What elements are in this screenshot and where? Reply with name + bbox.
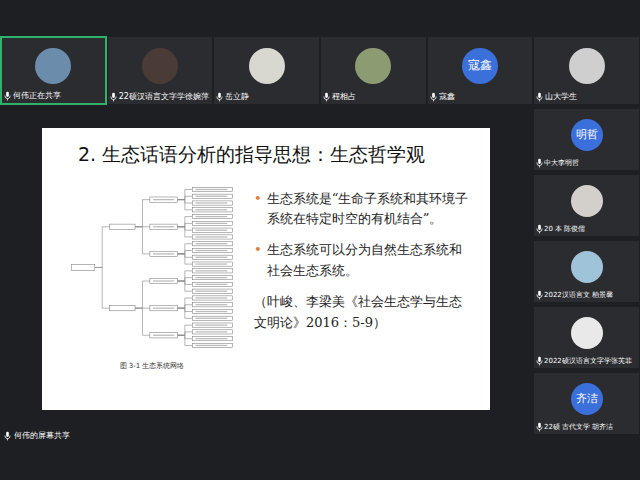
participant-tile[interactable]: 2022硕汉语言文字学张芙菲 (533, 306, 640, 369)
shared-screen-area: 2. 生态话语分析的指导思想：生态哲学观图 3-1 生态系统网络 •生态系统是“生… (0, 105, 533, 480)
participant-tile[interactable]: 明哲中大李明哲 (533, 108, 640, 171)
ecosystem-network-figure: 图 3-1 生态系统网络 (62, 181, 242, 371)
participant-name: 2022汉语言文 柏景馨 (536, 290, 637, 300)
participant-name: 何伟正在共享 (4, 90, 103, 101)
microphone-icon (4, 91, 11, 101)
microphone-icon (536, 290, 543, 300)
bullet-mark: • (254, 240, 262, 282)
avatar-photo (355, 48, 391, 84)
participant-name: 岳立静 (216, 91, 317, 102)
avatar-photo (35, 48, 71, 84)
figure-caption: 图 3-1 生态系统网络 (120, 361, 185, 371)
participant-strip: 何伟正在共享22硕汉语言文字学徐婉萍岳立静程相占寇鑫寇鑫山大学生 (0, 36, 640, 105)
avatar-photo (571, 317, 603, 349)
slide: 2. 生态话语分析的指导思想：生态哲学观图 3-1 生态系统网络 •生态系统是“生… (42, 128, 490, 410)
microphone-icon (430, 92, 437, 102)
slide-title: 2. 生态话语分析的指导思想：生态哲学观 (62, 142, 474, 167)
slide-citation: （叶峻、李梁美《社会生态学与生态文明论》2016：5-9） (254, 292, 474, 334)
avatar-photo (249, 48, 285, 84)
microphone-icon (536, 158, 543, 168)
participant-name: 22硕 古代文学 胡齐洁 (536, 422, 637, 432)
microphone-icon (536, 422, 543, 432)
avatar-photo (571, 185, 603, 217)
participant-tile[interactable]: 寇鑫寇鑫 (427, 36, 534, 105)
screen-share-label: 何伟的屏幕共享 (4, 430, 533, 441)
participant-tile[interactable]: 何伟正在共享 (0, 36, 107, 105)
participant-tile[interactable]: 齐洁 22硕 古代文学 胡齐洁 (533, 372, 640, 435)
avatar-photo (571, 251, 603, 283)
participant-name: 2022硕汉语言文字学张芙菲 (536, 356, 637, 366)
microphone-icon (536, 92, 543, 102)
participant-name: 22硕汉语言文字学徐婉萍 (110, 91, 211, 102)
microphone-icon (110, 92, 117, 102)
avatar-photo (569, 48, 605, 84)
participant-tile[interactable]: 山大学生 (533, 36, 640, 105)
participant-tile[interactable]: 岳立静 (213, 36, 320, 105)
participant-name: 程相占 (323, 91, 424, 102)
microphone-icon (536, 224, 543, 234)
microphone-icon (536, 356, 543, 366)
slide-bullet: •生态系统是“生命子系统和其环境子系统在特定时空的有机结合”。 (254, 189, 474, 231)
participant-name: 山大学生 (536, 91, 637, 102)
participant-tile[interactable]: 20 本 陈俊儒 (533, 174, 640, 237)
participant-tile[interactable]: 2022汉语言文 柏景馨 (533, 240, 640, 303)
participant-name: 寇鑫 (430, 91, 531, 102)
initials-avatar: 明哲 (571, 119, 603, 151)
participant-tile[interactable]: 22硕汉语言文字学徐婉萍 (107, 36, 214, 105)
slide-bullet: •生态系统可以分为自然生态系统和社会生态系统。 (254, 240, 474, 282)
microphone-icon (323, 92, 330, 102)
participant-column: 明哲中大李明哲 20 本 陈俊儒 2022汉语言文 柏景馨 2022硕汉语言文字学张芙… (533, 105, 640, 480)
initials-avatar: 齐洁 (571, 383, 603, 415)
avatar-photo (142, 48, 178, 84)
microphone-icon (4, 431, 11, 441)
participant-tile[interactable]: 程相占 (320, 36, 427, 105)
mind-map-diagram (67, 181, 237, 359)
participant-name: 中大李明哲 (536, 158, 637, 168)
participant-name: 20 本 陈俊儒 (536, 224, 637, 234)
initials-avatar: 寇鑫 (462, 48, 498, 84)
bullet-mark: • (254, 189, 262, 231)
microphone-icon (216, 92, 223, 102)
meeting-window: 何伟正在共享22硕汉语言文字学徐婉萍岳立静程相占寇鑫寇鑫山大学生2. 生态话语分… (0, 0, 640, 480)
